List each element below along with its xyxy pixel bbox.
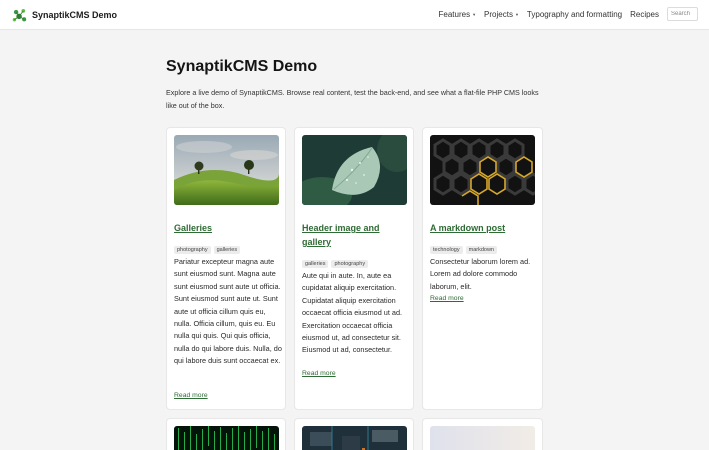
post-excerpt: Pariatur excepteur magna aute sunt eiusm… xyxy=(174,257,282,366)
read-more-link[interactable]: Read more xyxy=(302,370,336,377)
tag[interactable]: markdown xyxy=(465,246,497,254)
chevron-down-icon: ▼ xyxy=(514,11,519,17)
tag[interactable]: photography xyxy=(331,260,369,268)
brand-name: SynaptikCMS Demo xyxy=(32,10,118,20)
gradient-image xyxy=(430,426,535,450)
post-card-markdown: A markdown post technology markdown Cons… xyxy=(422,127,543,410)
search-input[interactable] xyxy=(667,7,698,21)
main-nav: Features ▼ Projects ▼ Typography and forma… xyxy=(439,7,698,21)
code-matrix-image xyxy=(174,426,279,450)
post-thumbnail[interactable] xyxy=(430,135,535,205)
read-more-link[interactable]: Read more xyxy=(174,392,208,399)
nav-item-recipes[interactable]: Recipes xyxy=(630,10,659,19)
post-excerpt: Consectetur laborum lorem ad. Lorem ad d… xyxy=(430,257,531,291)
post-thumbnail[interactable] xyxy=(174,135,279,205)
nav-item-projects[interactable]: Projects ▼ xyxy=(484,10,519,19)
post-thumbnail[interactable] xyxy=(302,135,407,205)
brand-link[interactable]: SynaptikCMS Demo xyxy=(11,6,117,24)
nav-item-features[interactable]: Features ▼ xyxy=(439,10,477,19)
tag-list: photography galleries xyxy=(174,246,243,254)
tag-list: galleries photography xyxy=(302,260,371,268)
green-hills-image xyxy=(174,135,279,205)
circuit-board-image xyxy=(302,426,407,450)
post-card-galleries: Galleries photography galleries Pariatur… xyxy=(166,127,286,410)
synaptik-logo-icon xyxy=(12,8,27,21)
post-card xyxy=(294,418,414,450)
post-card xyxy=(422,418,543,450)
post-thumbnail[interactable] xyxy=(302,426,407,450)
tag[interactable]: photography xyxy=(174,246,211,254)
hexagon-image xyxy=(430,135,535,205)
post-excerpt: Aute qui in aute. In, aute ea cupidatat … xyxy=(302,271,403,355)
post-title-link[interactable]: A markdown post xyxy=(430,221,538,235)
post-thumbnail[interactable] xyxy=(174,426,279,450)
chevron-down-icon: ▼ xyxy=(472,11,477,17)
post-card xyxy=(166,418,286,450)
nav-item-typography[interactable]: Typography and formatting xyxy=(527,10,622,19)
top-navigation-bar: SynaptikCMS Demo Features ▼ Projects ▼ Typ… xyxy=(0,0,709,30)
nav-item-label: Features xyxy=(438,9,471,19)
leaf-image xyxy=(302,135,407,205)
read-more-link[interactable]: Read more xyxy=(430,295,464,302)
tag[interactable]: technology xyxy=(430,246,463,254)
post-title-link[interactable]: Galleries xyxy=(174,221,282,235)
nav-item-label: Typography and formatting xyxy=(526,9,623,19)
tag-list: technology markdown xyxy=(430,246,500,254)
nav-item-label: Projects xyxy=(484,9,513,19)
page-title: SynaptikCMS Demo xyxy=(166,58,318,75)
page-intro: Explore a live demo of SynaptikCMS. Brow… xyxy=(166,88,539,110)
tag[interactable]: galleries xyxy=(213,246,241,254)
tag[interactable]: galleries xyxy=(302,260,329,268)
post-thumbnail[interactable] xyxy=(430,426,535,450)
post-title-link[interactable]: Header image and gallery xyxy=(302,221,410,249)
nav-item-label: Recipes xyxy=(630,9,659,19)
post-card-header-image: Header image and gallery galleries photo… xyxy=(294,127,414,410)
